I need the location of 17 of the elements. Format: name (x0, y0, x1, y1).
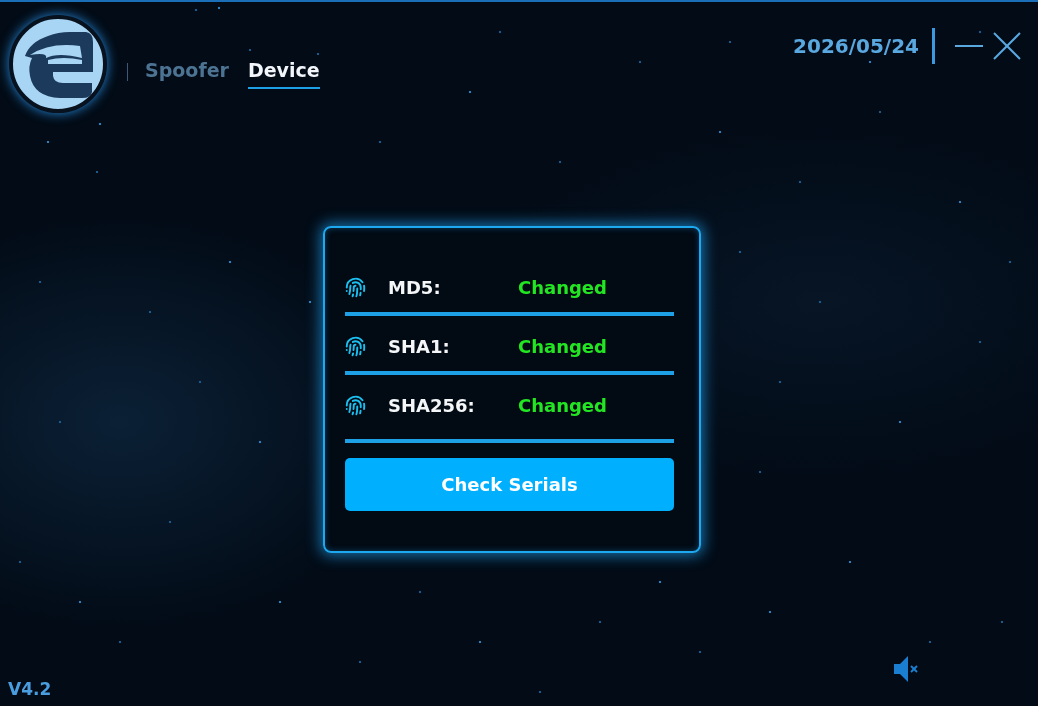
hash-label: MD5: (388, 276, 442, 298)
hash-status: Changed (518, 335, 607, 357)
hash-label: SHA1: (388, 335, 451, 357)
fingerprint-icon (345, 276, 366, 298)
nav-tab[interactable]: Device (247, 59, 320, 89)
date-label: 2026/05/24 (793, 34, 919, 58)
hash-status: Changed (518, 394, 607, 416)
hash-status: Changed (518, 276, 607, 298)
check-serials-button[interactable]: Check Serials (345, 458, 674, 511)
nav-tab[interactable]: Spoofer (145, 59, 229, 89)
close-icon[interactable] (993, 32, 1021, 60)
speaker-muted-icon[interactable] (894, 655, 920, 683)
fingerprint-icon (345, 394, 366, 416)
version-label: V4.2 (8, 679, 52, 700)
fingerprint-icon (345, 335, 366, 357)
hash-label: SHA256: (388, 394, 476, 416)
logo-icon (8, 12, 108, 116)
